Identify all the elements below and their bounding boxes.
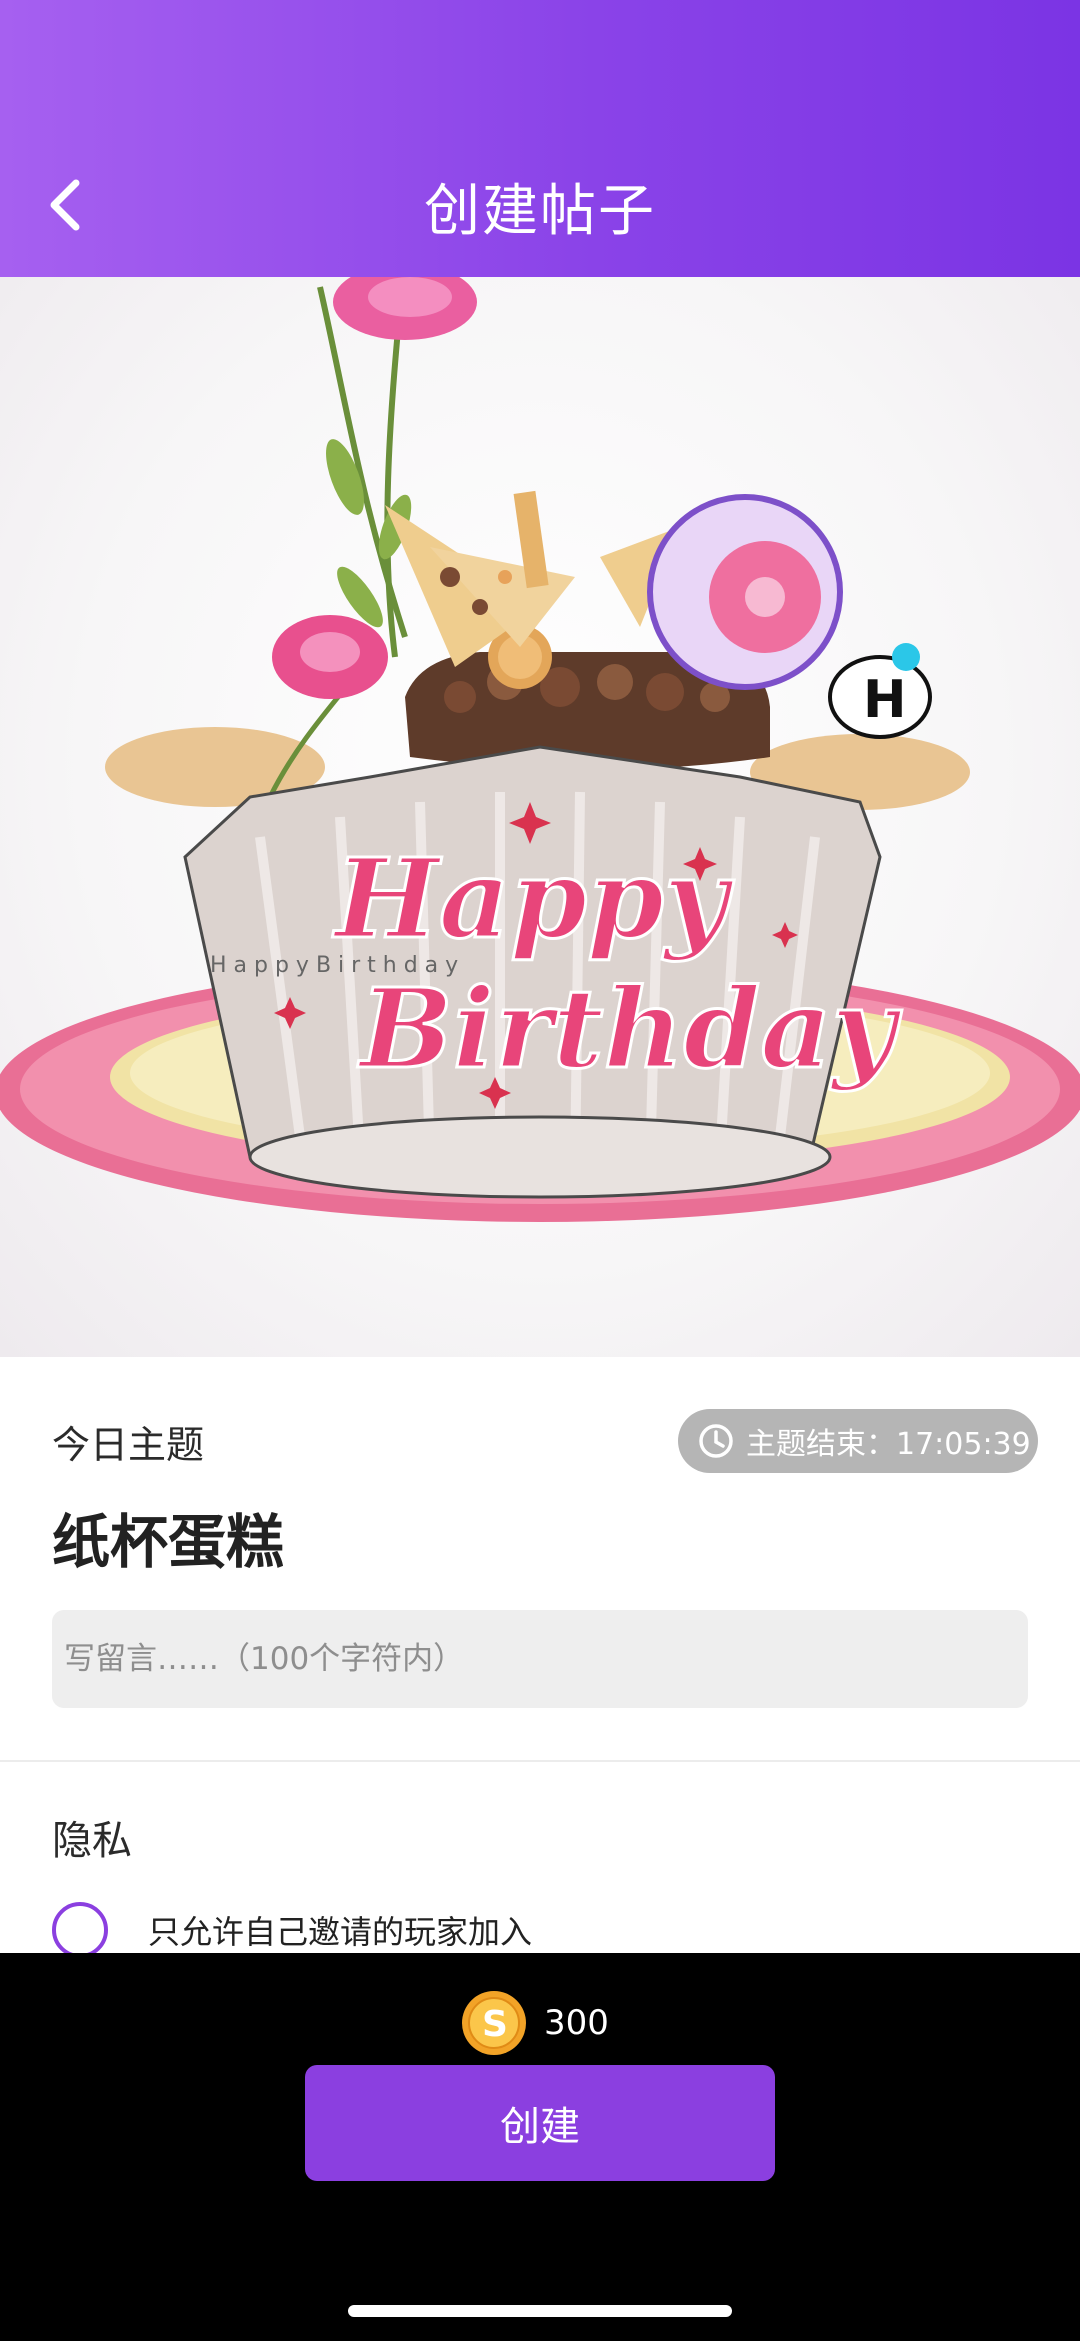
band-lettering: H a p p y B i r t h d a y: [210, 953, 458, 978]
invite-only-label: 只允许自己邀请的玩家加入: [148, 1913, 533, 1951]
clock-icon: [699, 1424, 733, 1458]
message-input[interactable]: [52, 1610, 1028, 1708]
svg-text:H: H: [863, 670, 907, 730]
theme-image: H Happy Birthday H a p p y B i r t h d a…: [0, 277, 1080, 1357]
cost-display: S 300: [460, 1988, 609, 2058]
home-indicator[interactable]: [348, 2305, 732, 2317]
happy-lettering: Happy: [332, 834, 735, 963]
theme-label: 今日主题: [52, 1423, 205, 1467]
section-divider: [0, 1760, 1080, 1762]
birthday-cake-illustration: H Happy Birthday H a p p y B i r t h d a…: [0, 277, 1080, 1222]
birthday-lettering: Birthday: [357, 964, 903, 1093]
privacy-title: 隐私: [52, 1818, 132, 1864]
theme-name: 纸杯蛋糕: [52, 1508, 285, 1576]
theme-timer-badge: 主题结束：17:05:39: [678, 1409, 1038, 1473]
page-title: 创建帖子: [424, 179, 656, 244]
cost-value: 300: [544, 2003, 609, 2043]
timer-text: 主题结束：17:05:39: [746, 1427, 1031, 1462]
create-button[interactable]: 创建: [305, 2065, 775, 2181]
svg-text:S: S: [482, 2004, 508, 2045]
invite-only-radio[interactable]: [52, 1902, 108, 1958]
top-app-bar: 创建帖子: [0, 0, 1080, 277]
coin-icon: S: [462, 1991, 526, 2055]
create-post-screen: 创建帖子 H Happy Birthday H a p p y B i r t …: [0, 0, 1080, 2341]
